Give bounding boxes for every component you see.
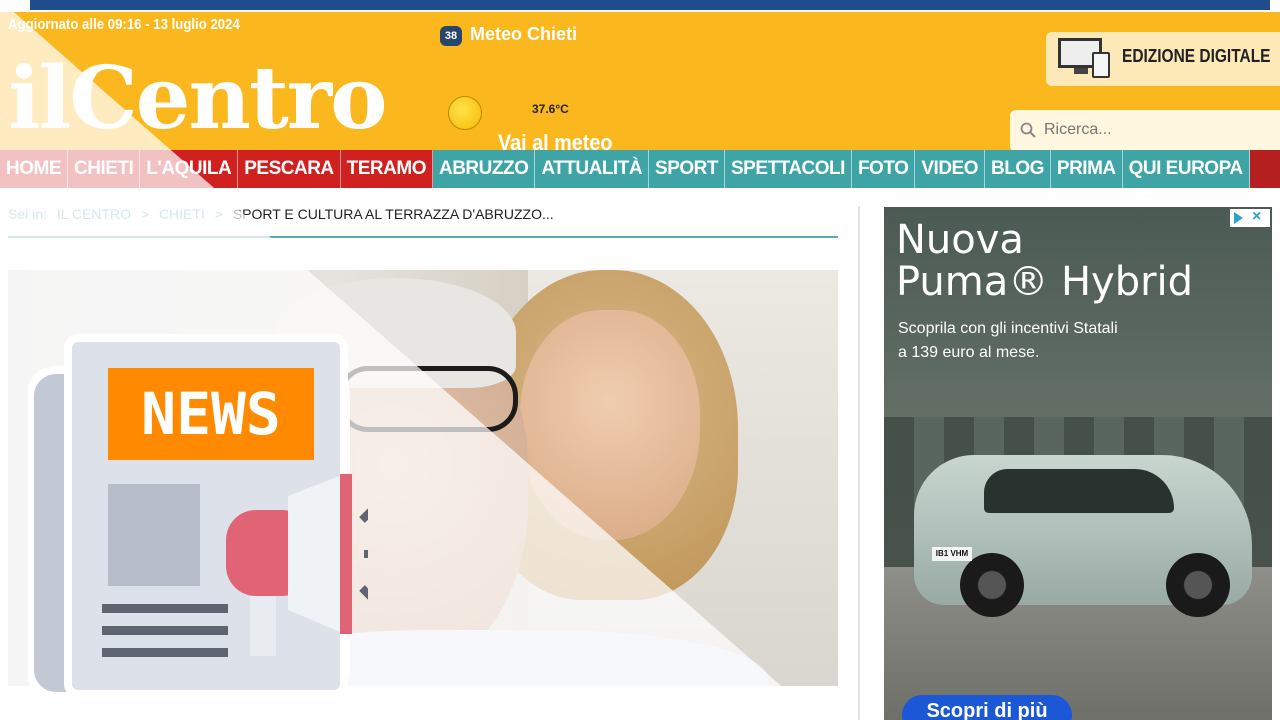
nav-item-abruzzo[interactable]: ABRUZZO <box>432 150 536 188</box>
breadcrumb-separator: > <box>140 206 150 222</box>
nav-item-video[interactable]: VIDEO <box>915 150 985 188</box>
breadcrumb: Sei in: IL CENTRO > CHIETI > SPORT E CUL… <box>8 206 838 238</box>
updated-timestamp: Aggiornato alle 09:16 - 13 luglio 2024 <box>8 16 240 33</box>
meteo-temperature: 37.6°C <box>532 102 569 116</box>
news-icon: NEWS <box>26 334 388 704</box>
search-icon <box>1020 122 1036 138</box>
nav-items: HOME CHIETI L'AQUILA PESCARA TERAMO ABRUZZO AT… <box>0 150 1250 188</box>
breadcrumb-separator: > <box>214 206 223 222</box>
ad-title-line1: Nuova <box>896 217 1024 263</box>
search-input[interactable] <box>1044 116 1274 144</box>
devices-icon <box>1054 38 1114 80</box>
ad-car-plate: IB1 VHM <box>932 547 972 561</box>
ad-title-line2: Puma® Hybrid <box>896 259 1194 305</box>
top-strip-bar <box>30 0 1270 10</box>
breadcrumb-item-chieti[interactable]: CHIETI <box>159 206 205 222</box>
logo-centro: Centro <box>69 48 387 149</box>
nav-item-qui-europa[interactable]: QUI EUROPA <box>1122 150 1250 188</box>
breadcrumb-label: Sei in: <box>8 206 47 222</box>
ad-subtitle-line2: a 139 euro al mese. <box>898 344 1040 361</box>
main-nav: HOME CHIETI L'AQUILA PESCARA TERAMO ABRUZZO AT… <box>0 150 1280 188</box>
hero-woman-face <box>520 310 700 540</box>
nav-item-attualità[interactable]: ATTUALITÀ <box>535 150 650 188</box>
breadcrumb-item-il-centro[interactable]: IL CENTRO <box>57 206 131 222</box>
edizione-digitale-button[interactable]: EDIZIONE DIGITALE <box>1046 32 1280 86</box>
ad-close-icon[interactable]: × <box>1252 208 1261 226</box>
adchoices-icon[interactable]: × <box>1230 208 1270 227</box>
news-label: NEWS <box>141 380 281 448</box>
site-header: Aggiornato alle 09:16 - 13 luglio 2024 i… <box>0 12 1280 155</box>
sun-icon <box>448 96 482 130</box>
nav-item-chieti[interactable]: CHIETI <box>68 150 141 188</box>
nav-item-blog[interactable]: BLOG <box>985 150 1051 188</box>
top-strip <box>0 0 1280 12</box>
page: Aggiornato alle 09:16 - 13 luglio 2024 i… <box>0 0 1280 720</box>
nav-item-spettacoli[interactable]: SPETTACOLI <box>725 150 852 188</box>
meteo-title[interactable]: Meteo Chieti <box>470 24 577 45</box>
ad-subtitle-line1: Scoprila con gli incentivi Statali <box>898 320 1118 337</box>
advertisement[interactable]: IB1 VHM Nuova Puma® Hybrid Scoprila con … <box>884 207 1272 720</box>
logo-il: il <box>8 48 71 149</box>
edizione-digitale-label: EDIZIONE DIGITALE <box>1122 46 1271 66</box>
nav-item-prima[interactable]: PRIMA <box>1050 150 1123 188</box>
search-box[interactable] <box>1010 110 1280 152</box>
sidebar-divider <box>858 206 860 720</box>
nav-item-sport[interactable]: SPORT <box>649 150 725 188</box>
ad-cta-button[interactable]: Scopri di più <box>902 695 1072 720</box>
nav-item-l-aquila[interactable]: L'AQUILA <box>140 150 239 188</box>
ad-car-image: IB1 VHM <box>914 455 1252 617</box>
nav-item-foto[interactable]: FOTO <box>851 150 916 188</box>
nav-item-pescara[interactable]: PESCARA <box>238 150 341 188</box>
nav-item-teramo[interactable]: TERAMO <box>340 150 433 188</box>
ad-title: Nuova Puma® Hybrid <box>896 219 1193 303</box>
meteo-badge: 38 <box>440 26 462 46</box>
site-logo[interactable]: ilCentro <box>8 56 387 142</box>
nav-item-home[interactable]: HOME <box>0 150 68 188</box>
ad-subtitle: Scoprila con gli incentivi Statali a 139… <box>898 317 1198 365</box>
breadcrumb-current: SPORT E CULTURA AL TERRAZZA D'ABRUZZO... <box>232 206 554 222</box>
